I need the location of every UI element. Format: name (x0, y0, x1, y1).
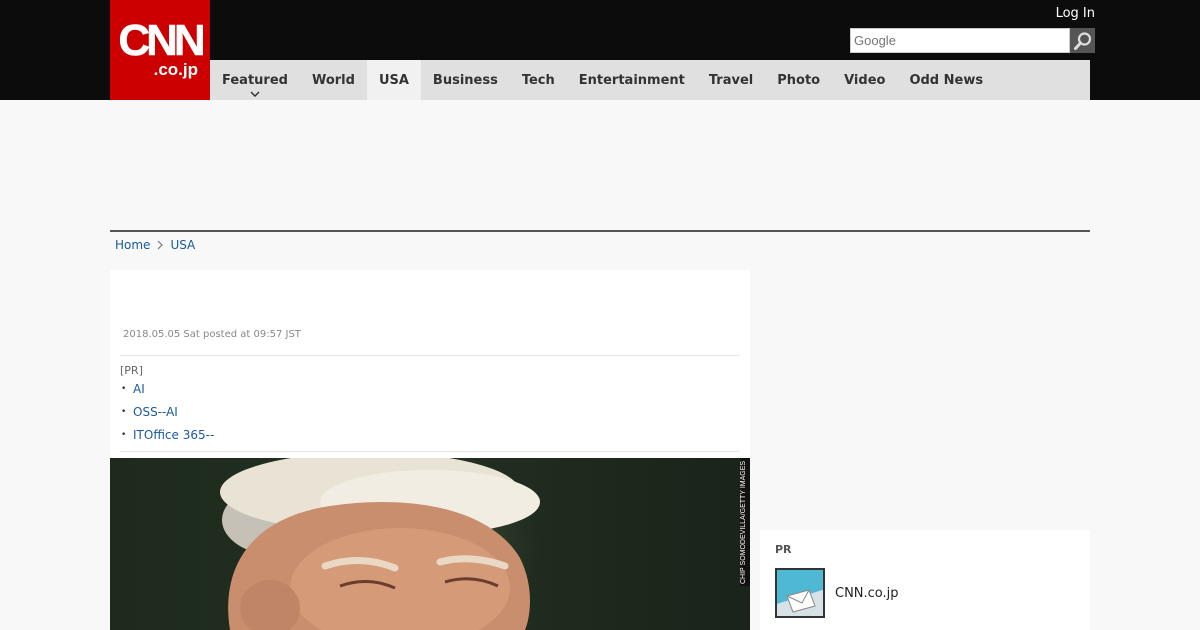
list-item: • AI (120, 378, 740, 401)
nav-item-usa[interactable]: USA (366, 60, 421, 100)
nav-item-label: World (311, 72, 355, 88)
list-item: • OSS--AI (120, 401, 740, 424)
pr-block: [PR] • AI • OSS--AI • ITOffice 365-- (120, 355, 740, 452)
nav-item-featured[interactable]: Featured (210, 60, 300, 100)
article-photo: CHIP SOMODEVILLA/GETTY IMAGES (110, 458, 750, 630)
chevron-right-icon (157, 240, 164, 250)
nav-item-label: Odd News (909, 72, 984, 88)
nav-item-label: Photo (777, 72, 821, 88)
pr-label: [PR] (120, 364, 143, 377)
nav-item-entertainment[interactable]: Entertainment (567, 60, 697, 100)
nav-item-business[interactable]: Business (421, 60, 510, 100)
logo-main-text: CNN (118, 16, 206, 65)
breadcrumb-home[interactable]: Home (115, 238, 150, 252)
section-divider (110, 230, 1090, 232)
search-box (850, 28, 1095, 53)
posted-timestamp: 2018.05.05 Sat posted at 09:57 JST (123, 329, 301, 340)
nav-item-label: Travel (708, 72, 754, 88)
sidebar-pr-label: PR (775, 543, 792, 556)
main-nav: Featured World USA Business Tech Enterta… (210, 60, 1090, 100)
pr-list: • AI • OSS--AI • ITOffice 365-- (120, 378, 740, 447)
pr-link[interactable]: AI (133, 379, 145, 400)
breadcrumb-usa[interactable]: USA (170, 238, 195, 252)
nav-item-photo[interactable]: Photo (765, 60, 832, 100)
logo-sub-text: .co.jp (153, 60, 198, 79)
nav-item-label: Featured (222, 72, 288, 88)
breadcrumb: Home USA (115, 238, 195, 252)
search-input[interactable] (850, 28, 1070, 53)
pr-link[interactable]: ITOffice 365-- (133, 425, 214, 446)
search-button[interactable] (1070, 28, 1095, 53)
sidebar-item-link[interactable]: CNN.co.jp (835, 586, 899, 601)
list-item: • ITOffice 365-- (120, 424, 740, 447)
bullet: • (121, 430, 127, 440)
portrait-illustration (220, 458, 540, 630)
nav-item-travel[interactable]: Travel (697, 60, 765, 100)
chevron-down-icon (250, 91, 260, 97)
top-bar: CNN .co.jp Log In Featured World USA Bus… (0, 0, 1200, 100)
search-icon (1073, 31, 1091, 50)
nav-item-label: Tech (521, 72, 555, 88)
bullet: • (121, 407, 127, 417)
photo-credit: CHIP SOMODEVILLA/GETTY IMAGES (740, 458, 750, 586)
cnn-logo[interactable]: CNN .co.jp (110, 0, 210, 100)
login-link[interactable]: Log In (1056, 6, 1095, 21)
nav-item-odd-news[interactable]: Odd News (897, 60, 995, 100)
nav-item-tech[interactable]: Tech (510, 60, 567, 100)
envelope-icon (777, 570, 823, 616)
sidebar-pr-box: PR CNN.co.jp (760, 530, 1090, 630)
nav-item-label: Entertainment (578, 72, 685, 88)
nav-item-video[interactable]: Video (832, 60, 897, 100)
pr-link[interactable]: OSS--AI (133, 402, 178, 423)
bullet: • (121, 384, 127, 394)
article-panel: 2018.05.05 Sat posted at 09:57 JST [PR] … (110, 270, 750, 458)
nav-item-world[interactable]: World (300, 60, 367, 100)
sidebar-thumbnail[interactable] (775, 568, 825, 618)
nav-item-label: Video (844, 72, 886, 88)
nav-item-label: Business (432, 72, 498, 88)
nav-item-label: USA (378, 72, 409, 88)
